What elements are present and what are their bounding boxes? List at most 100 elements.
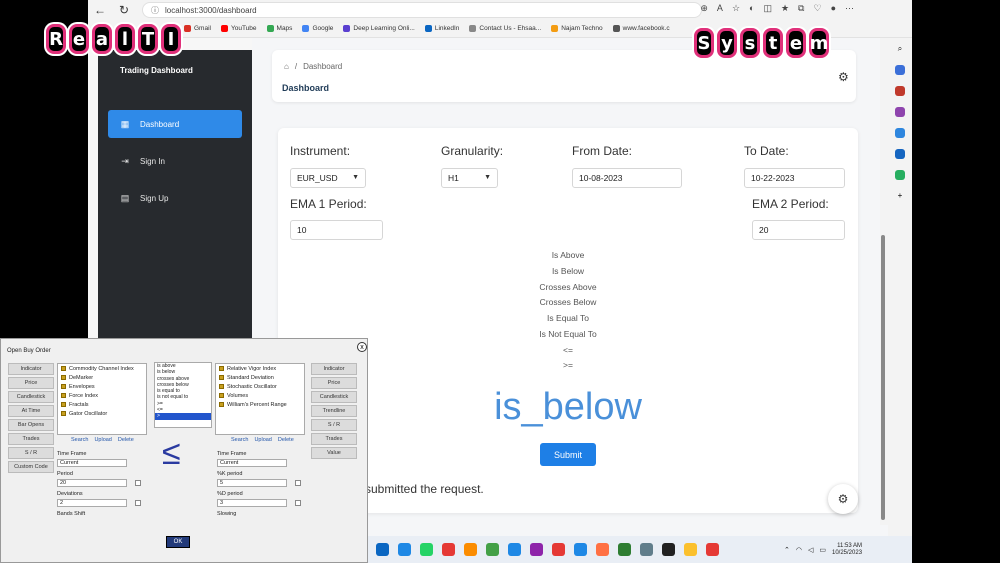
indicator-list-item[interactable]: Standard Deviation [216, 373, 304, 382]
right-indicator-list[interactable]: Relative Vigor Index Standard Deviation St… [215, 363, 305, 435]
param-checkbox[interactable] [295, 500, 301, 506]
dialog-tab[interactable]: Trades [311, 433, 357, 445]
indicator-list-item[interactable]: Fractals [58, 400, 146, 409]
indicator-list-item[interactable]: Gator Oscillator [58, 409, 146, 418]
battery-icon[interactable]: ▭ [819, 546, 826, 554]
taskbar-app-icon[interactable] [706, 543, 719, 556]
to-date-input[interactable]: 10-22-2023 [744, 168, 845, 188]
taskbar-app-icon[interactable] [552, 543, 565, 556]
taskbar-app-icon[interactable] [574, 543, 587, 556]
taskbar-app-icon[interactable] [618, 543, 631, 556]
indicator-list-item[interactable]: Envelopes [58, 382, 146, 391]
ema1-input[interactable]: 10 [290, 220, 383, 240]
param-input[interactable]: 2 [57, 499, 127, 507]
favorites-icon[interactable]: ★ [781, 3, 789, 14]
indicator-list-item[interactable]: Force Index [58, 391, 146, 400]
operator-option[interactable]: Is Below [278, 266, 858, 276]
dialog-tab[interactable]: Trendline [311, 405, 357, 417]
sidebar-item-sign-up[interactable]: ▤ Sign Up [108, 184, 242, 212]
param-input[interactable]: 20 [57, 479, 127, 487]
param-checkbox[interactable] [295, 480, 301, 486]
taskbar-app-icon[interactable] [464, 543, 477, 556]
zoom-icon[interactable]: ⊕ [700, 3, 708, 14]
param-checkbox[interactable] [135, 500, 141, 506]
indicator-list-item[interactable]: Stochastic Oscillator [216, 382, 304, 391]
dialog-operator-list[interactable]: is above is below crosses above crosses bel… [154, 362, 212, 428]
clock[interactable]: 11:53 AM 10/25/2023 [832, 543, 862, 557]
taskbar-app-icon[interactable] [508, 543, 521, 556]
taskbar-app-icon[interactable] [684, 543, 697, 556]
operator-option[interactable]: Crosses Above [278, 282, 858, 292]
taskbar-app-icon[interactable] [530, 543, 543, 556]
outlook-icon[interactable] [895, 149, 905, 159]
list-action-link[interactable]: Delete [118, 437, 134, 443]
left-indicator-list[interactable]: Commodity Channel Index DeMarker Envelopes… [57, 363, 147, 435]
dialog-tab[interactable]: Price [311, 377, 357, 389]
discover-icon[interactable] [895, 65, 905, 75]
volume-icon[interactable]: ◁ [808, 546, 813, 554]
dialog-tab[interactable]: S / R [8, 447, 54, 459]
indicator-list-item[interactable]: DeMarker [58, 373, 146, 382]
taskbar-app-icon[interactable] [640, 543, 653, 556]
add-icon[interactable]: + [898, 191, 903, 200]
taskbar-app-icon[interactable] [442, 543, 455, 556]
operator-option[interactable]: Is Above [278, 250, 858, 260]
list-action-link[interactable]: Upload [94, 437, 111, 443]
games-icon[interactable] [895, 128, 905, 138]
bookmark-item[interactable]: LinkedIn [424, 25, 459, 32]
profile-icon[interactable]: ● [831, 3, 836, 14]
settings-fab-gear-icon[interactable]: ⚙ [828, 484, 858, 514]
from-date-input[interactable]: 10-08-2023 [572, 168, 682, 188]
param-input[interactable]: 5 [217, 479, 287, 487]
close-icon[interactable]: x [357, 342, 367, 352]
wifi-icon[interactable]: ◠ [796, 546, 802, 554]
breadcrumb-current[interactable]: Dashboard [303, 62, 342, 71]
taskbar-app-icon[interactable] [376, 543, 389, 556]
tools-icon[interactable] [895, 86, 905, 96]
ok-button[interactable]: OK [166, 536, 190, 548]
granularity-select[interactable]: H1 ▼ [441, 168, 498, 188]
dialog-tab[interactable]: Candlestick [8, 391, 54, 403]
dialog-tab[interactable]: Indicator [311, 363, 357, 375]
back-icon[interactable]: ← [88, 0, 112, 20]
operator-option[interactable]: Crosses Below [278, 297, 858, 307]
operator-option[interactable]: Is Equal To [278, 313, 858, 323]
read-aloud-icon[interactable]: A [717, 3, 723, 14]
favorite-icon[interactable]: ☆ [732, 3, 740, 14]
taskbar-app-icon[interactable] [662, 543, 675, 556]
people-icon[interactable] [895, 107, 905, 117]
list-action-link[interactable]: Upload [254, 437, 271, 443]
collections-icon[interactable]: ⧉ [798, 3, 804, 14]
dialog-tab[interactable]: Indicator [8, 363, 54, 375]
param-input[interactable]: Current [57, 459, 127, 467]
dialog-tab[interactable]: Value [311, 447, 357, 459]
dialog-tab[interactable]: Bar Opens [8, 419, 54, 431]
indicator-list-item[interactable]: Volumes [216, 391, 304, 400]
refresh-icon[interactable]: ↻ [112, 0, 136, 20]
more-icon[interactable]: ⋯ [845, 3, 854, 14]
dialog-tab[interactable]: At Time [8, 405, 54, 417]
bookmark-item[interactable]: Contact Us - Ehsaa... [469, 25, 541, 32]
bookmark-item[interactable]: Google [302, 25, 333, 32]
dialog-tab[interactable]: Candlestick [311, 391, 357, 403]
param-input[interactable]: Current [217, 459, 287, 467]
dialog-tab[interactable]: S / R [311, 419, 357, 431]
param-checkbox[interactable] [135, 480, 141, 486]
bookmark-item[interactable]: Maps [266, 25, 292, 32]
dialog-tab[interactable]: Custom Code [8, 461, 54, 473]
sidebar-item-dashboard[interactable]: ▦ Dashboard [108, 110, 242, 138]
bookmark-item[interactable]: YouTube [220, 25, 257, 32]
instrument-select[interactable]: EUR_USD ▼ [290, 168, 366, 188]
bookmark-item[interactable]: Najam Techno [551, 25, 603, 32]
taskbar-app-icon[interactable] [398, 543, 411, 556]
bookmark-item[interactable]: Deep Learning Onli... [343, 25, 415, 32]
list-action-link[interactable]: Search [231, 437, 248, 443]
list-action-link[interactable]: Search [71, 437, 88, 443]
split-icon[interactable]: ◫ [763, 3, 772, 14]
chevron-up-icon[interactable]: ⌃ [784, 546, 790, 554]
bookmark-item[interactable]: www.facebook.c [612, 25, 670, 32]
dialog-tab[interactable]: Price [8, 377, 54, 389]
ema2-input[interactable]: 20 [752, 220, 845, 240]
dialog-tab[interactable]: Trades [8, 433, 54, 445]
scrollbar-thumb[interactable] [881, 235, 885, 520]
